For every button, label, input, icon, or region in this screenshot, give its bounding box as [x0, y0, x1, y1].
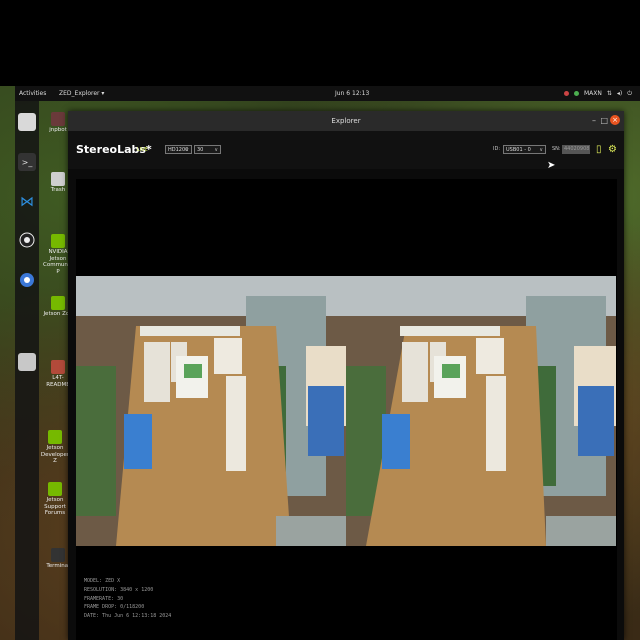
system-tray[interactable]: MAXN ⇅ ◂) ⏻ — [563, 90, 632, 98]
fps-value: 30 — [197, 147, 204, 153]
info-model: MODEL: ZED X — [84, 578, 121, 584]
desktop-icon-label: Jetson Developer Z — [40, 445, 70, 465]
obs-icon[interactable] — [18, 231, 36, 249]
explorer-window: Explorer – □ × StereoLabs* LIVE HD1200 ∨… — [68, 111, 624, 640]
camera-value: USB01 - 0 — [506, 147, 531, 153]
chevron-down-icon: ∨ — [185, 147, 189, 153]
power-mode-indicator-icon — [573, 91, 579, 96]
desktop-icon-label: Terminal — [46, 563, 70, 569]
power-mode-label[interactable]: MAXN — [584, 90, 602, 97]
camera-select[interactable]: USB01 - 0 ∨ — [503, 145, 546, 154]
nvidia-link-icon — [48, 482, 62, 496]
readme-folder-icon — [51, 360, 65, 374]
window-title: Explorer — [331, 117, 361, 125]
nvidia-link-icon — [48, 430, 62, 444]
desktop-icon-label: L4T-README — [46, 375, 70, 388]
activities-button[interactable]: Activities — [19, 90, 46, 97]
info-date: DATE: Thu Jun 6 12:13:18 2024 — [84, 613, 172, 620]
nvidia-icon[interactable] — [563, 91, 569, 96]
dock: >_ ⋈ — [15, 101, 39, 640]
minimize-button[interactable]: – — [592, 116, 596, 125]
explorer-toolbar: StereoLabs* LIVE HD1200 ∨ 30 ∨ ID: USB01… — [68, 131, 624, 169]
desktop-icon-label: Jetson Support Forums — [44, 497, 66, 517]
left-camera-view — [76, 276, 346, 546]
vscode-icon[interactable]: ⋈ — [18, 193, 36, 211]
mouse-cursor-icon: ➤ — [547, 160, 556, 171]
record-icon[interactable]: ▯ — [596, 144, 602, 155]
volume-icon[interactable]: ◂) — [617, 90, 622, 97]
chromium-icon[interactable] — [18, 271, 36, 289]
settings-gear-icon[interactable]: ⚙ — [608, 144, 617, 155]
files-icon[interactable] — [18, 113, 36, 131]
home-folder-icon — [51, 112, 65, 126]
video-viewer: MODEL: ZED X RESOLUTION: 3840 x 1200 FRA… — [76, 179, 617, 640]
power-icon[interactable]: ⏻ — [627, 90, 632, 98]
sn-label: SN: — [552, 146, 561, 152]
info-resolution: RESOLUTION: 3840 x 1200 — [84, 586, 154, 593]
terminal-icon — [51, 548, 65, 562]
drive-icon[interactable] — [18, 353, 36, 371]
live-indicator: LIVE — [137, 147, 148, 153]
trash-icon — [51, 172, 65, 186]
right-camera-view — [346, 276, 616, 546]
app-menu[interactable]: ZED_Explorer ▾ — [59, 90, 104, 97]
chevron-down-icon: ∨ — [214, 147, 218, 153]
system-top-bar: Activities ZED_Explorer ▾ Jun 6 12:13 MA… — [15, 86, 640, 101]
close-button[interactable]: × — [610, 115, 620, 125]
id-label: ID: — [493, 146, 501, 152]
desktop-icon-jetson-forums[interactable]: Jetson Support Forums — [40, 482, 70, 517]
info-frame-drop: FRAME DROP: 0/118200 — [84, 604, 145, 611]
maximize-button[interactable]: □ — [600, 116, 608, 125]
serial-number-field[interactable]: 44020908 — [562, 145, 590, 154]
network-icon[interactable]: ⇅ — [607, 90, 612, 97]
camera-info-panel: MODEL: ZED X RESOLUTION: 3840 x 1200 FRA… — [84, 577, 171, 621]
nvidia-link-icon — [51, 234, 65, 248]
window-titlebar[interactable]: Explorer – □ × — [68, 111, 624, 131]
terminal-icon[interactable]: >_ — [18, 153, 36, 171]
desktop-icon-label: Trash — [50, 187, 66, 193]
desktop-icon-label: jnpbot — [49, 127, 67, 133]
fps-select[interactable]: 30 ∨ — [194, 145, 221, 154]
chevron-down-icon: ∨ — [539, 147, 543, 153]
nvidia-link-icon — [51, 296, 65, 310]
desktop-icon-jetson-developer[interactable]: Jetson Developer Z — [40, 430, 70, 465]
info-framerate: FRAMERATE: 30 — [84, 595, 124, 602]
right-camera-image — [346, 276, 616, 546]
left-camera-image — [76, 276, 346, 546]
clock[interactable]: Jun 6 12:13 — [335, 90, 369, 97]
resolution-select[interactable]: HD1200 ∨ — [165, 145, 192, 154]
